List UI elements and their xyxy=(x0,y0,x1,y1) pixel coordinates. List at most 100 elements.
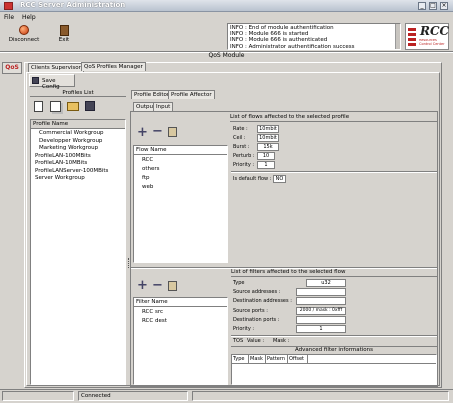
log-panel[interactable]: INFO : End of module authentification IN… xyxy=(227,23,401,50)
log-scrollbar[interactable] xyxy=(395,24,400,49)
tab-profile-editor[interactable]: Profile Editor xyxy=(131,90,173,99)
qos-side-tab[interactable]: QoS xyxy=(2,62,22,74)
filter-item[interactable]: RCC dest xyxy=(142,318,227,327)
exit-icon xyxy=(59,25,69,36)
menu-help[interactable]: Help xyxy=(22,14,36,21)
maximize-button[interactable]: □ xyxy=(429,2,437,10)
profiles-table[interactable]: Profile Name Commercial Workgroup Develo… xyxy=(30,119,126,385)
destination-ports-field[interactable] xyxy=(296,316,346,324)
source-addresses-label: Source addresses : xyxy=(233,289,281,295)
profile-item[interactable]: Commercial Workgroup xyxy=(39,130,125,138)
priority-field[interactable]: 1 xyxy=(257,161,275,169)
status-text: Connected xyxy=(78,391,188,401)
module-title: QoS Module xyxy=(208,52,245,59)
remove-flow-icon[interactable]: − xyxy=(152,124,163,139)
type-label: Type xyxy=(233,280,245,286)
value-label: Value : xyxy=(247,338,265,344)
remove-filter-icon[interactable]: − xyxy=(152,278,163,293)
filter-priority-field[interactable]: 1 xyxy=(296,325,346,333)
logo-subtitle: Resources Control Center xyxy=(419,39,445,46)
profiles-toolbar xyxy=(30,98,126,116)
default-flow-label: Is default flow : xyxy=(233,176,272,182)
flow-item[interactable]: others xyxy=(142,166,227,175)
ceil-field[interactable]: 10mbit xyxy=(257,134,279,142)
flow-item[interactable]: web xyxy=(142,184,227,193)
rate-field[interactable]: 10mbit xyxy=(257,125,279,133)
profiles-list-title: Profiles List xyxy=(30,90,126,97)
adv-col-pattern: Pattern xyxy=(266,355,288,363)
edit-filter-icon[interactable] xyxy=(168,281,177,291)
disconnect-icon xyxy=(19,25,29,35)
add-flow-icon[interactable]: + xyxy=(137,125,148,140)
type-field[interactable]: u32 xyxy=(306,279,346,287)
destination-ports-label: Destination ports : xyxy=(233,317,280,323)
close-button[interactable]: × xyxy=(440,2,448,10)
default-flow-field[interactable]: NO xyxy=(273,175,286,183)
rate-label: Rate : xyxy=(233,126,248,132)
minimize-button[interactable]: _ xyxy=(418,2,426,10)
source-addresses-field[interactable] xyxy=(296,288,346,296)
profile-item[interactable]: Developper Workgroup xyxy=(39,138,125,146)
profile-item[interactable]: Marketing Workgroup xyxy=(39,145,125,153)
flows-toolbar: + − xyxy=(133,124,227,142)
priority-label: Priority : xyxy=(233,162,255,168)
burst-field[interactable]: 15k xyxy=(257,143,279,151)
profile-item[interactable]: Server Workgroup xyxy=(35,175,125,183)
perturb-field[interactable]: 10 xyxy=(257,152,275,160)
tos-label: TOS xyxy=(233,338,244,344)
open-profile-icon[interactable] xyxy=(67,102,79,111)
logo-text: RCC xyxy=(420,24,450,38)
flow-params-divider xyxy=(231,171,437,173)
source-ports-label: Source ports : xyxy=(233,308,268,314)
flow-item[interactable]: ftp xyxy=(142,175,227,184)
edit-flow-icon[interactable] xyxy=(168,127,177,137)
flows-table[interactable]: Flow Name RCC others ftp web xyxy=(133,145,228,263)
adv-col-mask: Mask xyxy=(249,355,266,363)
window-title: RCC Server Administration xyxy=(20,1,126,9)
logo-bars xyxy=(408,28,416,48)
new-profile-icon[interactable] xyxy=(34,101,43,112)
source-ports-field[interactable]: 2000 / mask : 0xfff xyxy=(296,307,346,315)
pane-splitter[interactable] xyxy=(128,258,130,268)
save-profile-icon[interactable] xyxy=(85,101,95,111)
add-filter-icon[interactable]: + xyxy=(137,278,148,293)
title-bar: RCC Server Administration _ □ × xyxy=(0,0,453,12)
save-config-button[interactable]: Save Config xyxy=(29,74,75,90)
profile-item[interactable]: ProfileLAN-100MBits xyxy=(35,153,125,161)
burst-label: Burst : xyxy=(233,144,250,150)
qos-side-label: QoS xyxy=(5,64,19,71)
mask-label: Mask : xyxy=(273,338,290,344)
flows-header: Flow Name xyxy=(134,146,227,155)
tab-input[interactable]: Input xyxy=(153,102,174,111)
exit-button[interactable]: Exit xyxy=(52,25,76,49)
rcc-logo: RCC Resources Control Center xyxy=(405,23,449,50)
profile-item[interactable]: ProfileLAN-10MBits xyxy=(35,160,125,168)
profile-item[interactable]: ProfileLANServer-100MBits xyxy=(35,168,125,176)
flows-title: List of flows affected to the selected p… xyxy=(230,114,437,122)
filter-priority-label: Priority : xyxy=(233,326,255,332)
copy-profile-icon[interactable] xyxy=(50,101,61,112)
ceil-label: Ceil : xyxy=(233,135,246,141)
disconnect-button[interactable]: Disconnect xyxy=(8,25,40,49)
tab-clients-supervisor[interactable]: Clients Supervisor xyxy=(28,63,84,72)
advanced-filter-table[interactable]: Type Mask Pattern Offset xyxy=(231,354,437,385)
status-bar: Connected xyxy=(0,389,453,403)
menu-file[interactable]: File xyxy=(4,14,14,21)
adv-col-type: Type xyxy=(232,355,249,363)
adv-col-offset: Offset xyxy=(288,355,308,363)
filters-toolbar: + − xyxy=(133,278,227,296)
status-left-cell xyxy=(2,391,74,401)
tab-profile-affector[interactable]: Profile Affector xyxy=(168,90,215,99)
filters-table[interactable]: Filter Name RCC src RCC dest xyxy=(133,297,228,385)
profiles-header: Profile Name xyxy=(31,120,125,129)
destination-addresses-field[interactable] xyxy=(296,297,346,305)
status-right-cell xyxy=(192,391,449,401)
destination-addresses-label: Destination addresses : xyxy=(233,298,292,304)
floppy-icon xyxy=(32,77,39,84)
filter-params-divider xyxy=(231,335,437,337)
filter-item[interactable]: RCC src xyxy=(142,309,227,318)
tab-qos-profiles-manager[interactable]: QoS Profiles Manager xyxy=(81,62,146,71)
menu-bar: File Help xyxy=(4,14,42,22)
flow-item[interactable]: RCC xyxy=(142,157,227,166)
log-line: INFO : Administrator authentification su… xyxy=(230,43,355,50)
